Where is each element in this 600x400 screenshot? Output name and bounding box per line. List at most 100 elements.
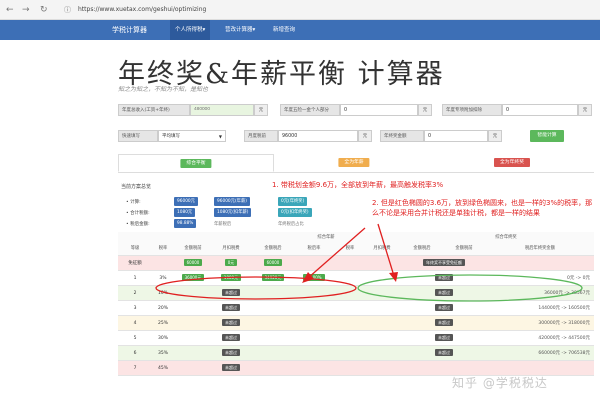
- fill-type-label: 快速填写: [118, 130, 158, 142]
- social-insurance-label: 年度五险一金个人部分: [280, 104, 340, 116]
- browser-address-bar: ← → ↻ ⓘ https://www.xuetax.com/geshui/op…: [0, 0, 600, 20]
- table-cell-level: 4: [133, 321, 137, 326]
- summary-chip: 96000元: [174, 197, 198, 206]
- monthly-salary-input[interactable]: 96000: [278, 130, 358, 142]
- table-cell-level: 2: [133, 291, 137, 296]
- table-row: 3 20% 未超过 未超过 144000元 -> 160500元: [118, 301, 594, 316]
- reload-icon[interactable]: ↻: [40, 4, 48, 16]
- fill-type-select[interactable]: 平均填写 ▼: [158, 130, 226, 142]
- forward-icon[interactable]: →: [22, 4, 30, 16]
- table-cell-tax: 未超过: [212, 331, 250, 346]
- tab-all-salary[interactable]: 全为年薪: [276, 154, 432, 172]
- table-cell-pct: [296, 346, 332, 361]
- summary-chip: 96000元(年薪): [214, 197, 250, 206]
- value-badge: 未超过: [435, 289, 453, 296]
- social-insurance-unit: 元: [418, 104, 432, 116]
- summary-chip: 98.88%: [174, 219, 197, 228]
- table-cell-pct: [296, 331, 332, 346]
- social-insurance-input[interactable]: 0: [340, 104, 418, 116]
- table-cell-rate: 25%: [157, 321, 168, 326]
- special-deduction-input[interactable]: 0: [502, 104, 578, 116]
- value-badge: 未超过: [222, 319, 240, 326]
- back-icon[interactable]: ←: [6, 4, 14, 16]
- fill-type-value: 平均填写: [162, 134, 180, 139]
- table-cell-after: [250, 331, 296, 346]
- top-navbar: 学税计算器 个人所得税▾ 营改计算器▾ 新增查询: [0, 20, 600, 40]
- value-badge: 1080元: [220, 274, 242, 281]
- annotation-1: 1. 带税划金额9.6万，全部放到年薪，最高触发税率3%: [272, 181, 444, 189]
- table-cell-pre: [174, 316, 212, 331]
- col-header: 月扣税费: [222, 246, 240, 251]
- summary-row-after-tax: • 税后金额:: [126, 222, 150, 227]
- nav-item-query[interactable]: 新增查询: [268, 20, 300, 40]
- tab-divider: [118, 172, 594, 173]
- tab-balanced[interactable]: 综合平衡: [118, 154, 274, 172]
- table-cell-rate: 3%: [159, 276, 167, 281]
- monthly-salary-unit: 元: [358, 130, 372, 142]
- table-cell-note: 未超过: [402, 331, 486, 346]
- col-header: 金额税前: [455, 246, 473, 251]
- table-row: 2 10% 未超过 未超过 36000元 -> 38567元: [118, 286, 594, 301]
- table-cell-range: 36000元 -> 38567元: [544, 291, 590, 296]
- value-badge: 未超过: [222, 349, 240, 356]
- bonus-input[interactable]: 0: [424, 130, 488, 142]
- table-cell-rate: 10%: [157, 291, 168, 296]
- table-cell-note: 未超过: [402, 346, 486, 361]
- col-header: 金额税后: [413, 246, 431, 251]
- table-row: 6 35% 未超过 未超过 660000元 -> 706538元: [118, 346, 594, 361]
- nav-item-vat-calculator[interactable]: 营改计算器▾: [220, 20, 260, 40]
- table-cell-level: 1: [133, 276, 137, 281]
- value-badge: 0元: [224, 259, 238, 266]
- table-cell-range: 660000元 -> 706538元: [538, 351, 590, 356]
- table-row: 4 25% 未超过 未超过 300000元 -> 318000元: [118, 316, 594, 331]
- table-cell-tax: 1080元: [212, 271, 250, 286]
- annual-income-label: 年度总收入(工资+年终): [118, 104, 190, 116]
- value-badge: 年终奖不享受免征额: [423, 259, 465, 266]
- monthly-salary-label: 月度税前: [244, 130, 278, 142]
- summary-note: 年终税后占比: [278, 222, 304, 227]
- table-cell-level: 7: [133, 366, 137, 371]
- summary-row-tax: • 合计税额:: [126, 211, 150, 216]
- nav-item-personal-tax[interactable]: 个人所得税▾: [170, 20, 211, 40]
- table-cell-level: 免征额: [128, 261, 142, 266]
- table-cell-rate: 35%: [157, 351, 168, 356]
- table-cell-note: 未超过: [402, 301, 486, 316]
- nav-brand[interactable]: 学税计算器: [112, 20, 147, 40]
- col-header: 税后率: [307, 246, 321, 251]
- tab-balanced-label: 综合平衡: [180, 159, 212, 168]
- table-cell-level: 3: [133, 306, 137, 311]
- table-cell-rate: [152, 256, 174, 271]
- url-field[interactable]: https://www.xuetax.com/geshui/optimizing: [78, 4, 206, 16]
- watermark: 知乎 @学税税达: [452, 376, 548, 390]
- chevron-down-icon: ▼: [218, 134, 222, 139]
- annual-income-input[interactable]: [190, 104, 254, 116]
- table-cell-rate: 20%: [157, 306, 168, 311]
- table-cell-range: 420000元 -> 447500元: [538, 336, 590, 341]
- table-cell-tax: 未超过: [212, 361, 250, 376]
- table-row: 1 3% 36000元 1080元 34920元 97.00% 未超过 0元 -> 0元: [118, 271, 594, 286]
- value-badge: 未超过: [222, 364, 240, 371]
- summary-row-calc: • 计算:: [126, 200, 141, 205]
- table-cell-pre: [174, 331, 212, 346]
- table-cell-after: [250, 301, 296, 316]
- table-cell-range: [486, 256, 594, 271]
- col-header: 金额税后: [264, 246, 282, 251]
- table-cell-tax: 未超过: [212, 301, 250, 316]
- smart-calculate-button[interactable]: 智能计算: [530, 130, 564, 142]
- table-row: 免征额 60000 0元 60000 年终奖不享受免征额: [118, 256, 594, 271]
- table-cell-range: 0元 -> 0元: [567, 276, 590, 281]
- table-cell-rate: 30%: [157, 336, 168, 341]
- table-cell-pct: [296, 256, 332, 271]
- table-cell-pct: [296, 286, 332, 301]
- value-badge: 未超过: [435, 274, 453, 281]
- table-cell-note: 未超过: [402, 316, 486, 331]
- annual-income-unit: 元: [254, 104, 268, 116]
- special-deduction-unit: 元: [578, 104, 592, 116]
- table-row: 5 30% 未超过 未超过 420000元 -> 447500元: [118, 331, 594, 346]
- tab-all-bonus[interactable]: 全为年终奖: [434, 154, 590, 172]
- col-header: 税率: [345, 246, 355, 251]
- table-cell-after: [250, 316, 296, 331]
- table-cell-tax: 未超过: [212, 286, 250, 301]
- value-badge: 60000: [263, 259, 283, 266]
- table-cell-pct: [296, 301, 332, 316]
